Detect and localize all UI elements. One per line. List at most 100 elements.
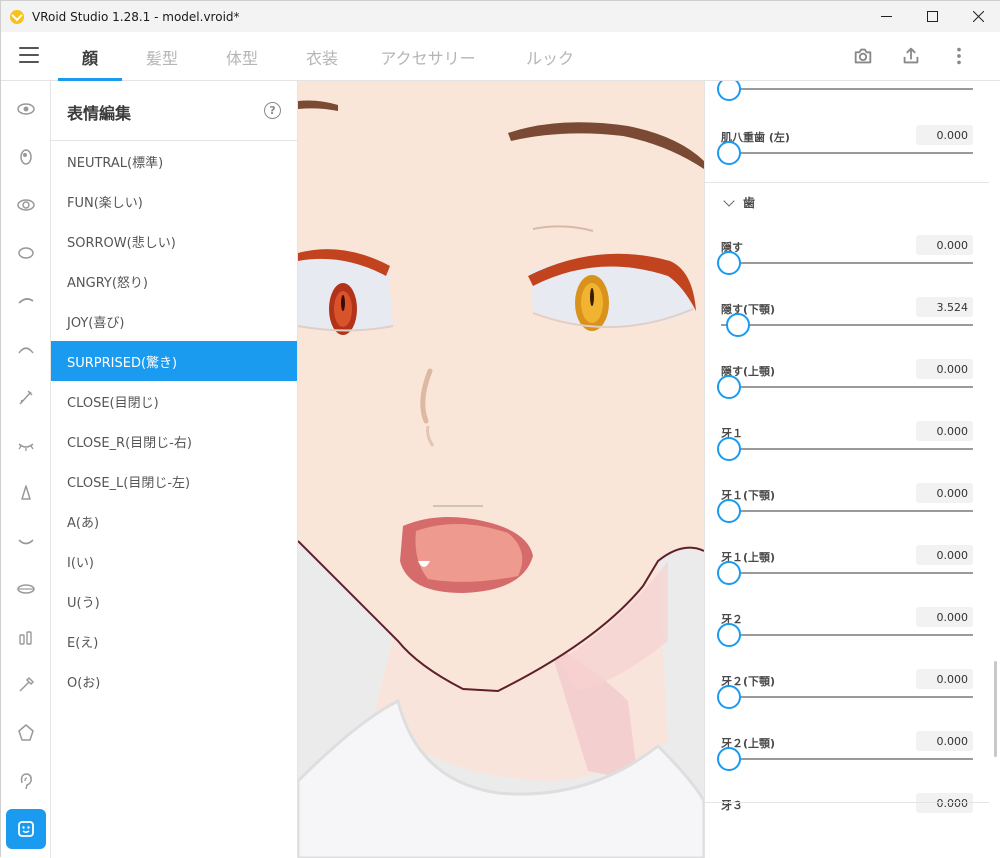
slider-track[interactable] xyxy=(717,747,973,771)
expression-item[interactable]: JOY(喜び) xyxy=(51,301,297,341)
more-vertical-icon xyxy=(957,47,961,65)
expression-list: NEUTRAL(標準) FUN(楽しい) SORROW(悲しい) ANGRY(怒り) J… xyxy=(51,141,297,701)
rail-face-outline[interactable] xyxy=(6,713,46,753)
slider-value-field[interactable]: 0.000 xyxy=(916,421,973,441)
minimize-icon xyxy=(880,16,892,17)
menu-icon[interactable] xyxy=(19,47,39,65)
scrollbar[interactable] xyxy=(994,661,997,757)
rail-mouth[interactable] xyxy=(6,521,46,561)
lips-icon xyxy=(17,584,35,594)
slider-thumb[interactable] xyxy=(717,251,741,275)
slider-value-field[interactable]: 3.524 xyxy=(916,297,973,317)
slider-value-field[interactable]: 0.000 xyxy=(916,545,973,565)
rail-lips[interactable] xyxy=(6,569,46,609)
close-button[interactable] xyxy=(955,1,1000,32)
eyeliner-icon xyxy=(19,390,33,405)
more-options-button[interactable] xyxy=(947,44,971,68)
expression-panel-header: 表情編集 ? xyxy=(51,81,297,141)
section-divider xyxy=(705,182,989,183)
rail-eyelash[interactable] xyxy=(6,329,46,369)
slider-thumb[interactable] xyxy=(717,747,741,771)
expression-item[interactable]: NEUTRAL(標準) xyxy=(51,141,297,181)
slider-track[interactable] xyxy=(717,623,973,647)
slider-track[interactable] xyxy=(717,685,973,709)
expression-item[interactable]: I(い) xyxy=(51,541,297,581)
rail-expression[interactable] xyxy=(6,809,46,849)
expression-item[interactable]: O(お) xyxy=(51,661,297,701)
slider-track[interactable] xyxy=(717,81,973,101)
expression-item[interactable]: SORROW(悲しい) xyxy=(51,221,297,261)
expression-item[interactable]: ANGRY(怒り) xyxy=(51,261,297,301)
slider-value-field[interactable]: 0.000 xyxy=(916,607,973,627)
slider-thumb[interactable] xyxy=(717,561,741,585)
tab-hairstyle[interactable]: 髪型 xyxy=(122,32,202,81)
slider-thumb[interactable] xyxy=(717,685,741,709)
tab-accessory[interactable]: アクセサリー xyxy=(362,32,494,81)
tab-face[interactable]: 顔 xyxy=(58,32,122,81)
slider-value-field[interactable]: 0.000 xyxy=(916,793,973,813)
camera-icon xyxy=(854,48,872,64)
slider-thumb[interactable] xyxy=(717,375,741,399)
face-parts-rail xyxy=(1,81,51,858)
morph-slider-row xyxy=(705,81,995,127)
slider-thumb[interactable] xyxy=(717,141,741,165)
rail-eye-closed[interactable] xyxy=(6,425,46,465)
slider-track[interactable] xyxy=(717,499,973,523)
slider-value-field[interactable]: 0.000 xyxy=(916,731,973,751)
morph-slider-row: 牙１(下顎) 0.000 xyxy=(705,483,995,549)
camera-button[interactable] xyxy=(851,44,875,68)
slider-value-field[interactable]: 0.000 xyxy=(916,359,973,379)
teeth-section-header[interactable]: 歯 xyxy=(723,194,755,211)
slider-track[interactable] xyxy=(717,437,973,461)
rail-teeth[interactable] xyxy=(6,617,46,657)
tab-body[interactable]: 体型 xyxy=(202,32,282,81)
rail-eye-white[interactable] xyxy=(6,233,46,273)
rail-eye[interactable] xyxy=(6,89,46,129)
expression-item[interactable]: CLOSE_R(目閉じ-右) xyxy=(51,421,297,461)
rail-eye-outline[interactable] xyxy=(6,185,46,225)
slider-value-field[interactable]: 0.000 xyxy=(916,483,973,503)
slider-track[interactable] xyxy=(717,251,973,275)
rail-ear[interactable] xyxy=(6,761,46,801)
expression-item[interactable]: FUN(楽しい) xyxy=(51,181,297,221)
expression-panel-title: 表情編集 xyxy=(67,104,132,123)
help-icon[interactable]: ? xyxy=(264,102,281,119)
slider-thumb[interactable] xyxy=(717,623,741,647)
maximize-button[interactable] xyxy=(909,1,955,32)
tab-outfit[interactable]: 衣装 xyxy=(282,32,362,81)
mouth-icon xyxy=(18,539,34,545)
expression-item[interactable]: E(え) xyxy=(51,621,297,661)
rail-eyeliner[interactable] xyxy=(6,377,46,417)
expression-item[interactable]: A(あ) xyxy=(51,501,297,541)
slider-thumb[interactable] xyxy=(717,81,741,101)
model-viewport[interactable] xyxy=(298,81,704,858)
morph-slider-row: 隠す(上顎) 0.000 xyxy=(705,359,995,425)
slider-track[interactable] xyxy=(717,375,973,399)
minimize-button[interactable] xyxy=(863,1,909,32)
slider-track[interactable] xyxy=(717,141,973,165)
expression-item[interactable]: CLOSE_L(目閉じ-左) xyxy=(51,461,297,501)
eyebrow-icon xyxy=(18,298,34,304)
slider-track[interactable] xyxy=(721,313,973,337)
slider-thumb[interactable] xyxy=(717,437,741,461)
slider-value-field[interactable]: 0.000 xyxy=(916,125,973,145)
morph-slider-row: 牙１(上顎) 0.000 xyxy=(705,545,995,611)
slider-thumb[interactable] xyxy=(725,313,750,337)
export-button[interactable] xyxy=(899,44,923,68)
rail-eyebrow[interactable] xyxy=(6,281,46,321)
slider-track[interactable] xyxy=(717,561,973,585)
iris-icon xyxy=(20,149,32,165)
slider-value-field[interactable]: 0.000 xyxy=(916,235,973,255)
expression-item[interactable]: SURPRISED(驚き) xyxy=(51,341,297,381)
slider-thumb[interactable] xyxy=(717,499,741,523)
expression-icon xyxy=(18,821,34,837)
expression-item[interactable]: U(う) xyxy=(51,581,297,621)
morph-slider-row: 牙２(上顎) 0.000 xyxy=(705,731,995,797)
rail-nose[interactable] xyxy=(6,473,46,513)
expression-item[interactable]: CLOSE(目閉じ) xyxy=(51,381,297,421)
rail-iris[interactable] xyxy=(6,137,46,177)
slider-value-field[interactable]: 0.000 xyxy=(916,669,973,689)
rail-brush[interactable] xyxy=(6,665,46,705)
tab-look[interactable]: ルック xyxy=(494,32,606,81)
app-window: VRoid Studio 1.28.1 - model.vroid* 顔 髪型 … xyxy=(0,0,1000,858)
